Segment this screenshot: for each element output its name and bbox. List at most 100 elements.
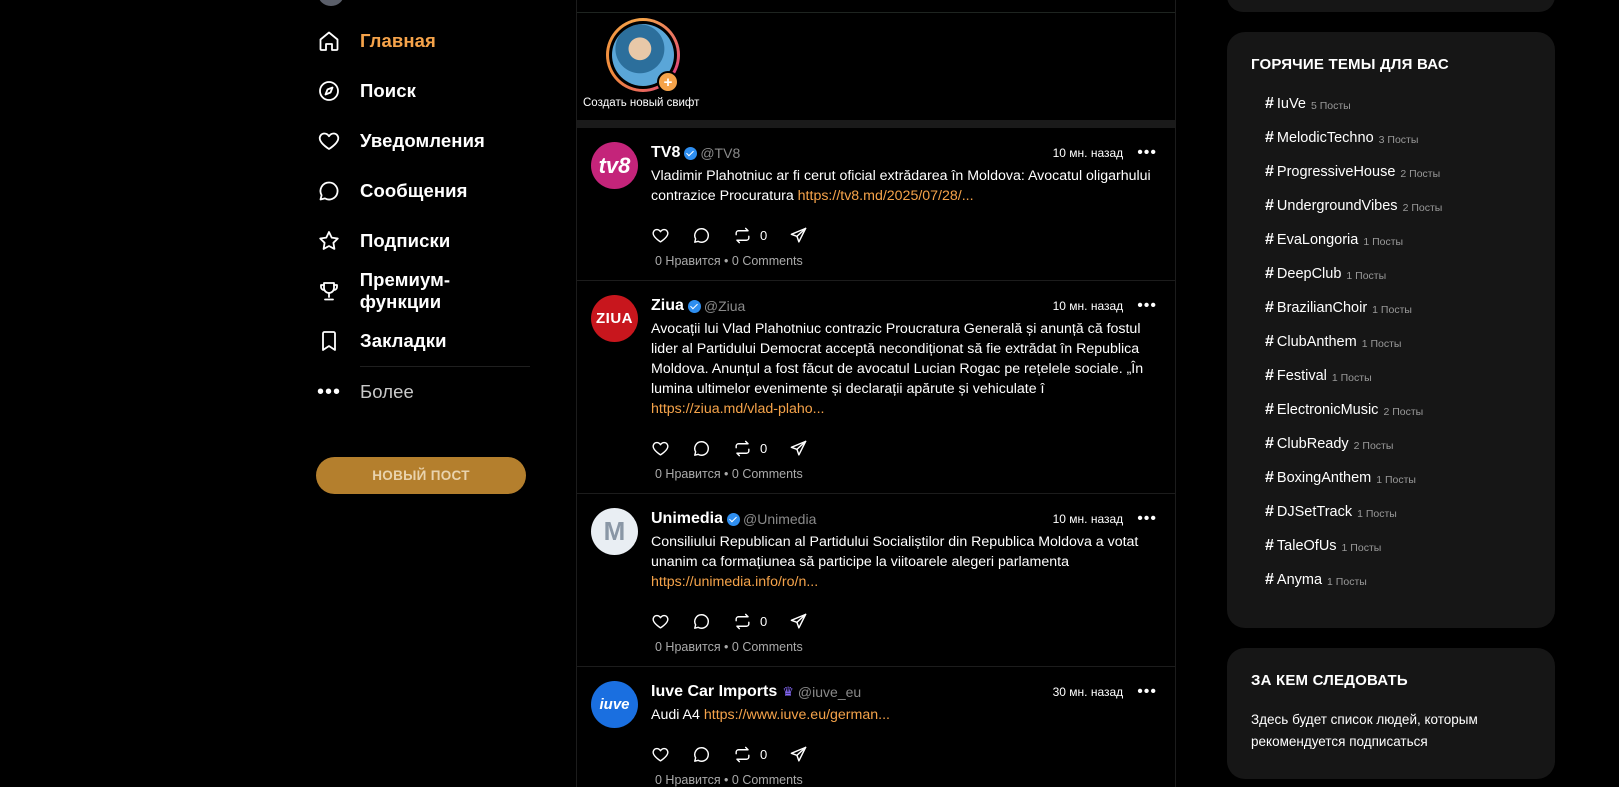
nav-item-bookmarks[interactable]: Закладки [316,316,530,366]
trend-post-count: 1 Посты [1331,371,1372,384]
trend-item[interactable]: # Anyma 1 Посты [1265,563,1531,597]
repost-button[interactable]: 0 [733,745,767,764]
comment-button[interactable] [692,745,711,764]
trend-post-count: 1 Посты [1346,269,1387,282]
trend-item[interactable]: # ElectronicMusic 2 Посты [1265,393,1531,427]
post: ZIUA Ziua @Ziua 10 мн. назад ••• Avocați… [577,281,1175,494]
post-link[interactable]: https://www.iuve.eu/german... [704,707,890,723]
post-author-handle[interactable]: @iuve_eu [798,684,861,700]
post-author-handle[interactable]: @Unimedia [743,511,816,527]
share-button[interactable] [789,439,808,458]
trend-item[interactable]: # DeepClub 1 Посты [1265,257,1531,291]
comment-button[interactable] [692,612,711,631]
nav-item-label: Уведомления [360,130,485,151]
heart-icon [652,441,669,456]
post-avatar[interactable]: iuve [591,681,638,728]
heart-icon [652,747,669,762]
trend-item[interactable]: # EvaLongoria 1 Посты [1265,223,1531,257]
nav-item-home[interactable]: Главная [316,16,530,66]
post-author-handle[interactable]: @Ziua [704,298,745,314]
trend-item[interactable]: # IuVe 5 Посты [1265,87,1531,121]
feed: + Создать новый свифт tv8 TV8 @TV8 10 мн… [576,0,1176,787]
post-author-name[interactable]: Unimedia [651,510,723,528]
compass-icon [316,78,342,104]
plus-icon[interactable]: + [657,71,679,93]
post-menu-icon[interactable]: ••• [1137,511,1157,527]
feed-top-bar [577,0,1175,13]
post-author-name[interactable]: Iuve Car Imports [651,683,777,701]
post-text: Audi A4 https://www.iuve.eu/german... [651,707,890,723]
user-avatar[interactable] [318,0,344,6]
share-button[interactable] [789,745,808,764]
trend-item[interactable]: # MelodicTechno 3 Посты [1265,121,1531,155]
trend-item[interactable]: # DJSetTrack 1 Посты [1265,495,1531,529]
heart-icon [652,228,669,243]
nav-item-notifications[interactable]: Уведомления [316,116,530,166]
repost-button[interactable]: 0 [733,612,767,631]
repost-count: 0 [760,746,768,762]
left-sidebar: Главная Поиск Уведомления Сообщения Подп… [300,0,540,787]
trend-post-count: 1 Посты [1361,337,1402,350]
post-author-handle[interactable]: @TV8 [700,145,740,161]
trend-item[interactable]: # BrazilianChoir 1 Посты [1265,291,1531,325]
comment-button[interactable] [692,439,711,458]
post-menu-icon[interactable]: ••• [1137,298,1157,314]
trend-item[interactable]: # ClubAnthem 1 Посты [1265,325,1531,359]
post-avatar[interactable]: ZIUA [591,295,638,342]
repost-button[interactable]: 0 [733,439,767,458]
nav-item-premium[interactable]: Премиум-функции [316,266,530,316]
post-link[interactable]: https://ziua.md/vlad-plaho... [651,401,825,417]
post-menu-icon[interactable]: ••• [1137,145,1157,161]
home-icon [316,28,342,54]
stories-bar: + Создать новый свифт [577,13,1175,120]
like-button[interactable] [651,226,670,245]
repost-icon [735,746,750,762]
trend-item[interactable]: # BoxingAnthem 1 Посты [1265,461,1531,495]
trend-tag: ProgressiveHouse [1276,164,1396,180]
verified-badge-icon [727,512,741,526]
create-story-label: Создать новый свифт [583,97,700,109]
trend-item[interactable]: # UndergroundVibes 2 Посты [1265,189,1531,223]
chat-bubble-icon [316,178,342,204]
post-menu-icon[interactable]: ••• [1137,684,1157,700]
nav-item-subscriptions[interactable]: Подписки [316,216,530,266]
like-button[interactable] [651,745,670,764]
repost-button[interactable]: 0 [733,226,767,245]
nav-item-label: Главная [360,30,436,51]
share-button[interactable] [789,226,808,245]
repost-icon [735,613,750,629]
trend-tag: UndergroundVibes [1276,198,1398,214]
nav-item-messages[interactable]: Сообщения [316,166,530,216]
nav-item-more[interactable]: ••• Более [316,367,530,417]
post-actions: 0 [651,225,1157,245]
post-stats: 0 Нравится • 0 Comments [655,467,803,481]
post-link[interactable]: https://unimedia.info/ro/n... [651,574,818,590]
trend-tag: TaleOfUs [1276,538,1337,554]
trend-item[interactable]: # Festival 1 Посты [1265,359,1531,393]
nav-item-search[interactable]: Поиск [316,66,530,116]
trend-item[interactable]: # ClubReady 2 Посты [1265,427,1531,461]
trending-topics-panel: ГОРЯЧИЕ ТЕМЫ ДЛЯ ВАС # IuVe 5 Посты # Melodi… [1227,32,1555,628]
new-post-button[interactable]: НОВЫЙ ПОСТ [316,457,526,494]
share-button[interactable] [789,612,808,631]
trend-post-count: 1 Посты [1363,235,1404,248]
verified-badge-icon [687,299,701,313]
post-stats: 0 Нравится • 0 Comments [655,773,803,787]
post-timestamp: 10 мн. назад [1052,299,1124,313]
hashtag-icon: # [1265,197,1274,214]
trend-item[interactable]: # ProgressiveHouse 2 Посты [1265,155,1531,189]
post-link[interactable]: https://tv8.md/2025/07/28/... [798,188,974,204]
post-avatar[interactable]: M [591,508,638,555]
post-avatar[interactable]: tv8 [591,142,638,189]
trend-item[interactable]: # TaleOfUs 1 Посты [1265,529,1531,563]
trend-post-count: 1 Посты [1357,507,1397,520]
repost-count: 0 [760,227,768,243]
like-button[interactable] [651,612,670,631]
trending-title: ГОРЯЧИЕ ТЕМЫ ДЛЯ ВАС [1251,56,1449,73]
post-author-name[interactable]: Ziua [651,297,684,315]
post-author-name[interactable]: TV8 [651,144,680,162]
trophy-icon [316,278,342,304]
hashtag-icon: # [1265,435,1274,452]
like-button[interactable] [651,439,670,458]
comment-button[interactable] [692,226,711,245]
